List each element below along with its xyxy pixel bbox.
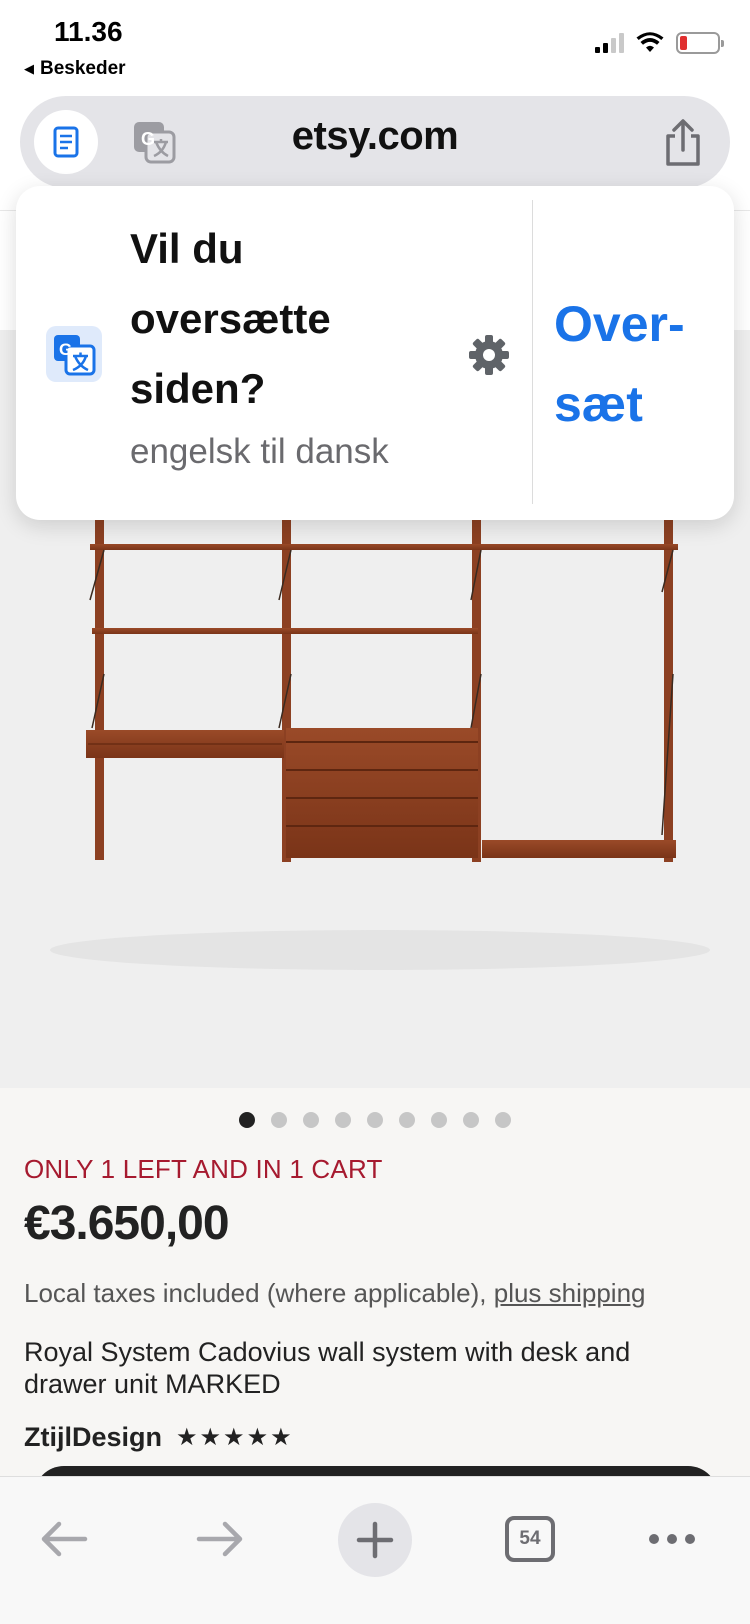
carousel-dot[interactable] xyxy=(463,1112,479,1128)
translate-prompt-title: Vil du oversætte siden? xyxy=(130,225,331,412)
plus-icon xyxy=(356,1521,394,1559)
cellular-signal-icon xyxy=(595,33,624,53)
tab-count: 54 xyxy=(505,1516,555,1562)
shop-info[interactable]: ZtijlDesign ★★★★★ xyxy=(24,1422,294,1453)
gear-icon[interactable] xyxy=(468,334,510,376)
shipping-link[interactable]: plus shipping xyxy=(494,1278,646,1308)
arrow-right-icon xyxy=(196,1521,243,1557)
translate-languages: engelsk til dansk xyxy=(130,432,389,471)
back-triangle-icon: ◀ xyxy=(24,61,34,76)
carousel-dot[interactable] xyxy=(495,1112,511,1128)
carousel-dot[interactable] xyxy=(239,1112,255,1128)
svg-text:G: G xyxy=(59,340,72,359)
more-menu-button[interactable] xyxy=(636,1503,708,1575)
arrow-left-icon xyxy=(41,1521,88,1557)
carousel-dot[interactable] xyxy=(335,1112,351,1128)
translate-button[interactable]: Over- sæt xyxy=(554,284,685,444)
url-text[interactable]: etsy.com xyxy=(20,114,730,159)
tax-text: Local taxes included (where applicable), xyxy=(24,1278,487,1308)
carousel-dot[interactable] xyxy=(271,1112,287,1128)
price: €3.650,00 xyxy=(24,1197,230,1250)
stock-notice: ONLY 1 LEFT AND IN 1 CART xyxy=(24,1154,383,1184)
status-bar: 11.36 ◀ Beskeder xyxy=(0,0,750,90)
carousel-dot[interactable] xyxy=(399,1112,415,1128)
ellipsis-icon xyxy=(649,1534,695,1544)
browser-toolbar: 54 xyxy=(0,1476,750,1624)
image-carousel-dots[interactable] xyxy=(0,1112,750,1128)
status-icons xyxy=(595,32,724,54)
battery-low-icon xyxy=(676,32,724,54)
shop-name[interactable]: ZtijlDesign xyxy=(24,1422,162,1453)
share-icon[interactable] xyxy=(660,118,706,168)
translate-icon: G xyxy=(46,326,102,382)
translate-button-line1: Over- xyxy=(554,296,685,352)
address-bar[interactable]: G etsy.com xyxy=(20,96,730,188)
rating-stars: ★★★★★ xyxy=(176,1424,294,1451)
translate-popup: G Vil du oversætte siden? engelsk til da… xyxy=(16,186,734,520)
back-to-app-button[interactable]: ◀ Beskeder xyxy=(24,58,126,80)
listing-title: Royal System Cadovius wall system with d… xyxy=(24,1337,631,1399)
wifi-icon xyxy=(636,32,664,52)
carousel-dot[interactable] xyxy=(303,1112,319,1128)
status-time: 11.36 xyxy=(54,16,123,47)
back-button[interactable] xyxy=(28,1503,100,1575)
tax-notice: Local taxes included (where applicable),… xyxy=(24,1278,646,1309)
listing-info: ONLY 1 LEFT AND IN 1 CART €3.650,00 Loca… xyxy=(0,1088,750,1476)
carousel-dot[interactable] xyxy=(367,1112,383,1128)
new-tab-button[interactable] xyxy=(338,1503,412,1577)
back-app-label: Beskeder xyxy=(40,58,126,79)
forward-button[interactable] xyxy=(184,1503,256,1575)
popup-divider xyxy=(532,200,533,504)
carousel-dot[interactable] xyxy=(431,1112,447,1128)
tabs-button[interactable]: 54 xyxy=(494,1503,566,1575)
translate-button-line2: sæt xyxy=(554,376,643,432)
